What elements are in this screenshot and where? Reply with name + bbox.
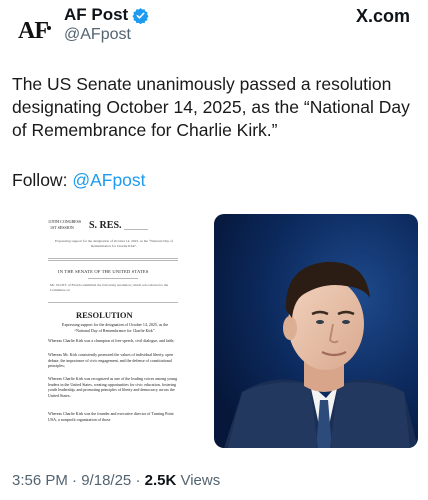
doc-res-blank (124, 229, 148, 230)
doc-divider-3 (88, 278, 138, 279)
avatar-dot (47, 26, 51, 30)
views-count: 2.5K (144, 472, 177, 489)
post-header: AF AF Post @AFpost X.com (0, 0, 428, 60)
platform-logo-text: X.com (355, 6, 410, 26)
author-row: AF Post (64, 5, 149, 25)
follow-label: Follow: (12, 170, 68, 190)
doc-whereas-2: Whereas Mr. Kirk consistently promoted t… (48, 352, 174, 369)
x-logo-icon[interactable]: X.com (356, 6, 410, 27)
doc-divider-4 (48, 302, 178, 303)
post-time[interactable]: 3:56 PM (12, 472, 68, 489)
portrait-illustration (214, 214, 418, 448)
follow-line: Follow: @AFpost (12, 170, 146, 191)
verified-badge-icon (132, 7, 149, 24)
doc-chamber: IN THE SENATE OF THE UNITED STATES (58, 269, 149, 274)
doc-congress: 119TH CONGRESS (48, 219, 82, 224)
meta-separator-1: · (72, 472, 82, 489)
avatar[interactable]: AF (10, 8, 56, 54)
doc-res-label: S. RES. (89, 220, 122, 231)
doc-purpose: Expressing support for the designation o… (61, 322, 169, 333)
doc-session: 1ST SESSION (50, 225, 74, 230)
post-date[interactable]: 9/18/25 (81, 472, 131, 489)
doc-whereas-1: Whereas Charlie Kirk was a champion of f… (48, 338, 175, 343)
doc-whereas-3: Whereas Charlie Kirk was recognized as o… (48, 376, 178, 398)
post-text: The US Senate unanimously passed a resol… (12, 74, 410, 140)
author-handle[interactable]: @AFpost (64, 26, 131, 44)
resolution-document-image[interactable]: 119TH CONGRESS 1ST SESSION S. RES. Expre… (28, 214, 198, 448)
avatar-text: AF (18, 17, 49, 44)
doc-subtitle: Expressing support for the designation o… (55, 239, 173, 248)
doc-whereas-4: Whereas Charlie Kirk was the founder and… (48, 411, 174, 422)
doc-divider-2 (48, 260, 178, 261)
views-label: Views (180, 472, 221, 489)
doc-intro: Mr. SCOTT of Florida submitted the follo… (50, 283, 169, 292)
meta-separator-2: · (135, 472, 145, 489)
portrait-photo[interactable] (214, 214, 418, 448)
post-meta: 3:56 PM · 9/18/25 · 2.5K Views (12, 472, 220, 489)
author-name[interactable]: AF Post (64, 5, 128, 25)
doc-divider (48, 258, 178, 259)
doc-heading: RESOLUTION (76, 310, 133, 320)
follow-mention-link[interactable]: @AFpost (72, 170, 145, 190)
